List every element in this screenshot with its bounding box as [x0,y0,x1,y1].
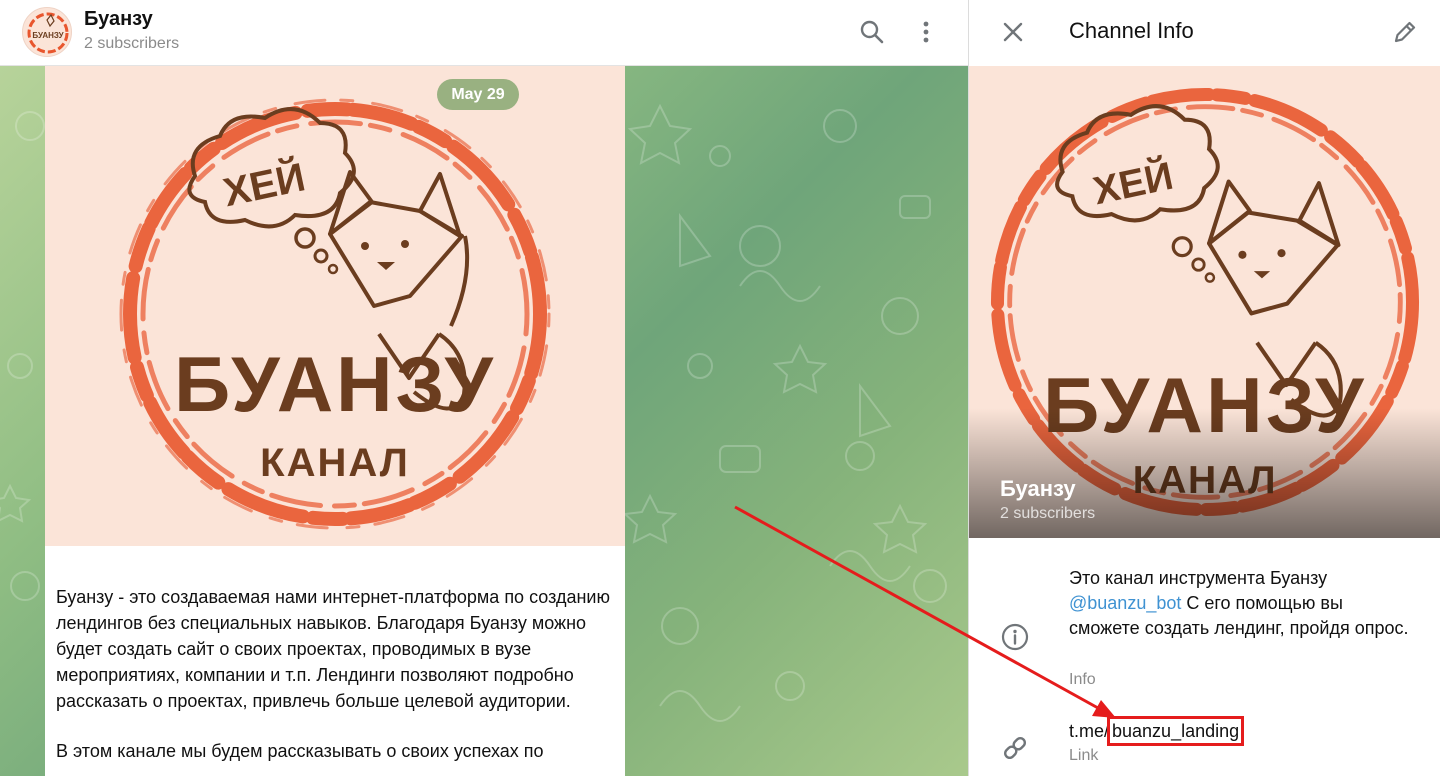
chat-column: БУАНЗУ Буанзу 2 subscribers ХЕЙ БУАНЗУ К… [0,0,968,776]
buanzu-logo-image: ХЕЙ БУАНЗУ КАНАЛ [119,98,551,530]
channel-photo[interactable]: ХЕЙ БУАНЗУ КАНАЛ [969,66,1440,538]
logo-brand-text: БУАНЗУ [174,340,496,428]
logo-bubble-text: ХЕЙ [1089,153,1177,214]
bot-mention-link[interactable]: @buanzu_bot [1069,593,1181,613]
logo-bubble-text: ХЕЙ [219,153,309,215]
info-icon [999,621,1031,653]
close-icon [1003,22,1023,42]
info-title: Channel Info [1069,18,1194,43]
close-button[interactable] [995,14,1031,50]
channel-description: Это канал инструмента Буанзу @buanzu_bot… [1069,566,1409,641]
link-prefix: t.me/ [1069,721,1110,741]
post-paragraph: Буанзу - это создаваемая нами интернет-п… [56,587,610,711]
chat-title[interactable]: Буанзу [84,8,153,31]
svg-text:БУАНЗУ: БУАНЗУ [32,31,64,40]
channel-post: ХЕЙ БУАНЗУ КАНАЛ May 29 Буанзу - это соз… [45,66,625,776]
date-badge: May 29 [437,79,519,110]
channel-link[interactable]: t.me/buanzu_landing [1069,716,1245,746]
post-paragraph: В этом канале мы будем рассказывать о св… [56,741,544,761]
info-label: Info [1069,671,1096,688]
search-button[interactable] [854,14,890,50]
post-text: Буанзу - это создаваемая нами интернет-п… [56,584,616,776]
chat-subscriber-count: 2 subscribers [84,35,180,52]
logo-sub-text: КАНАЛ [260,441,410,485]
pencil-icon [1394,21,1416,43]
channel-info-panel: Channel Info ХЕЙ БУАНЗУ Буанзу 2 subscri… [968,0,1440,776]
info-header: Channel Info [969,0,1440,66]
description-text: Это канал инструмента Буанзу [1069,568,1328,588]
link-handle-highlight: buanzu_landing [1107,716,1245,746]
info-channel-name: Буанзу [1000,476,1076,501]
more-options-button[interactable] [908,14,944,50]
more-vertical-icon [923,21,929,43]
edit-button[interactable] [1387,14,1423,50]
search-icon [860,20,884,44]
post-image[interactable]: ХЕЙ БУАНЗУ КАНАЛ May 29 [45,66,625,546]
link-label: Link [1069,747,1099,764]
info-subscriber-count: 2 subscribers [1000,505,1096,522]
link-icon [999,732,1031,764]
channel-avatar[interactable]: БУАНЗУ [22,7,72,57]
chat-header: БУАНЗУ Буанзу 2 subscribers [0,0,968,66]
channel-logo-thumbnail: БУАНЗУ [27,12,69,54]
